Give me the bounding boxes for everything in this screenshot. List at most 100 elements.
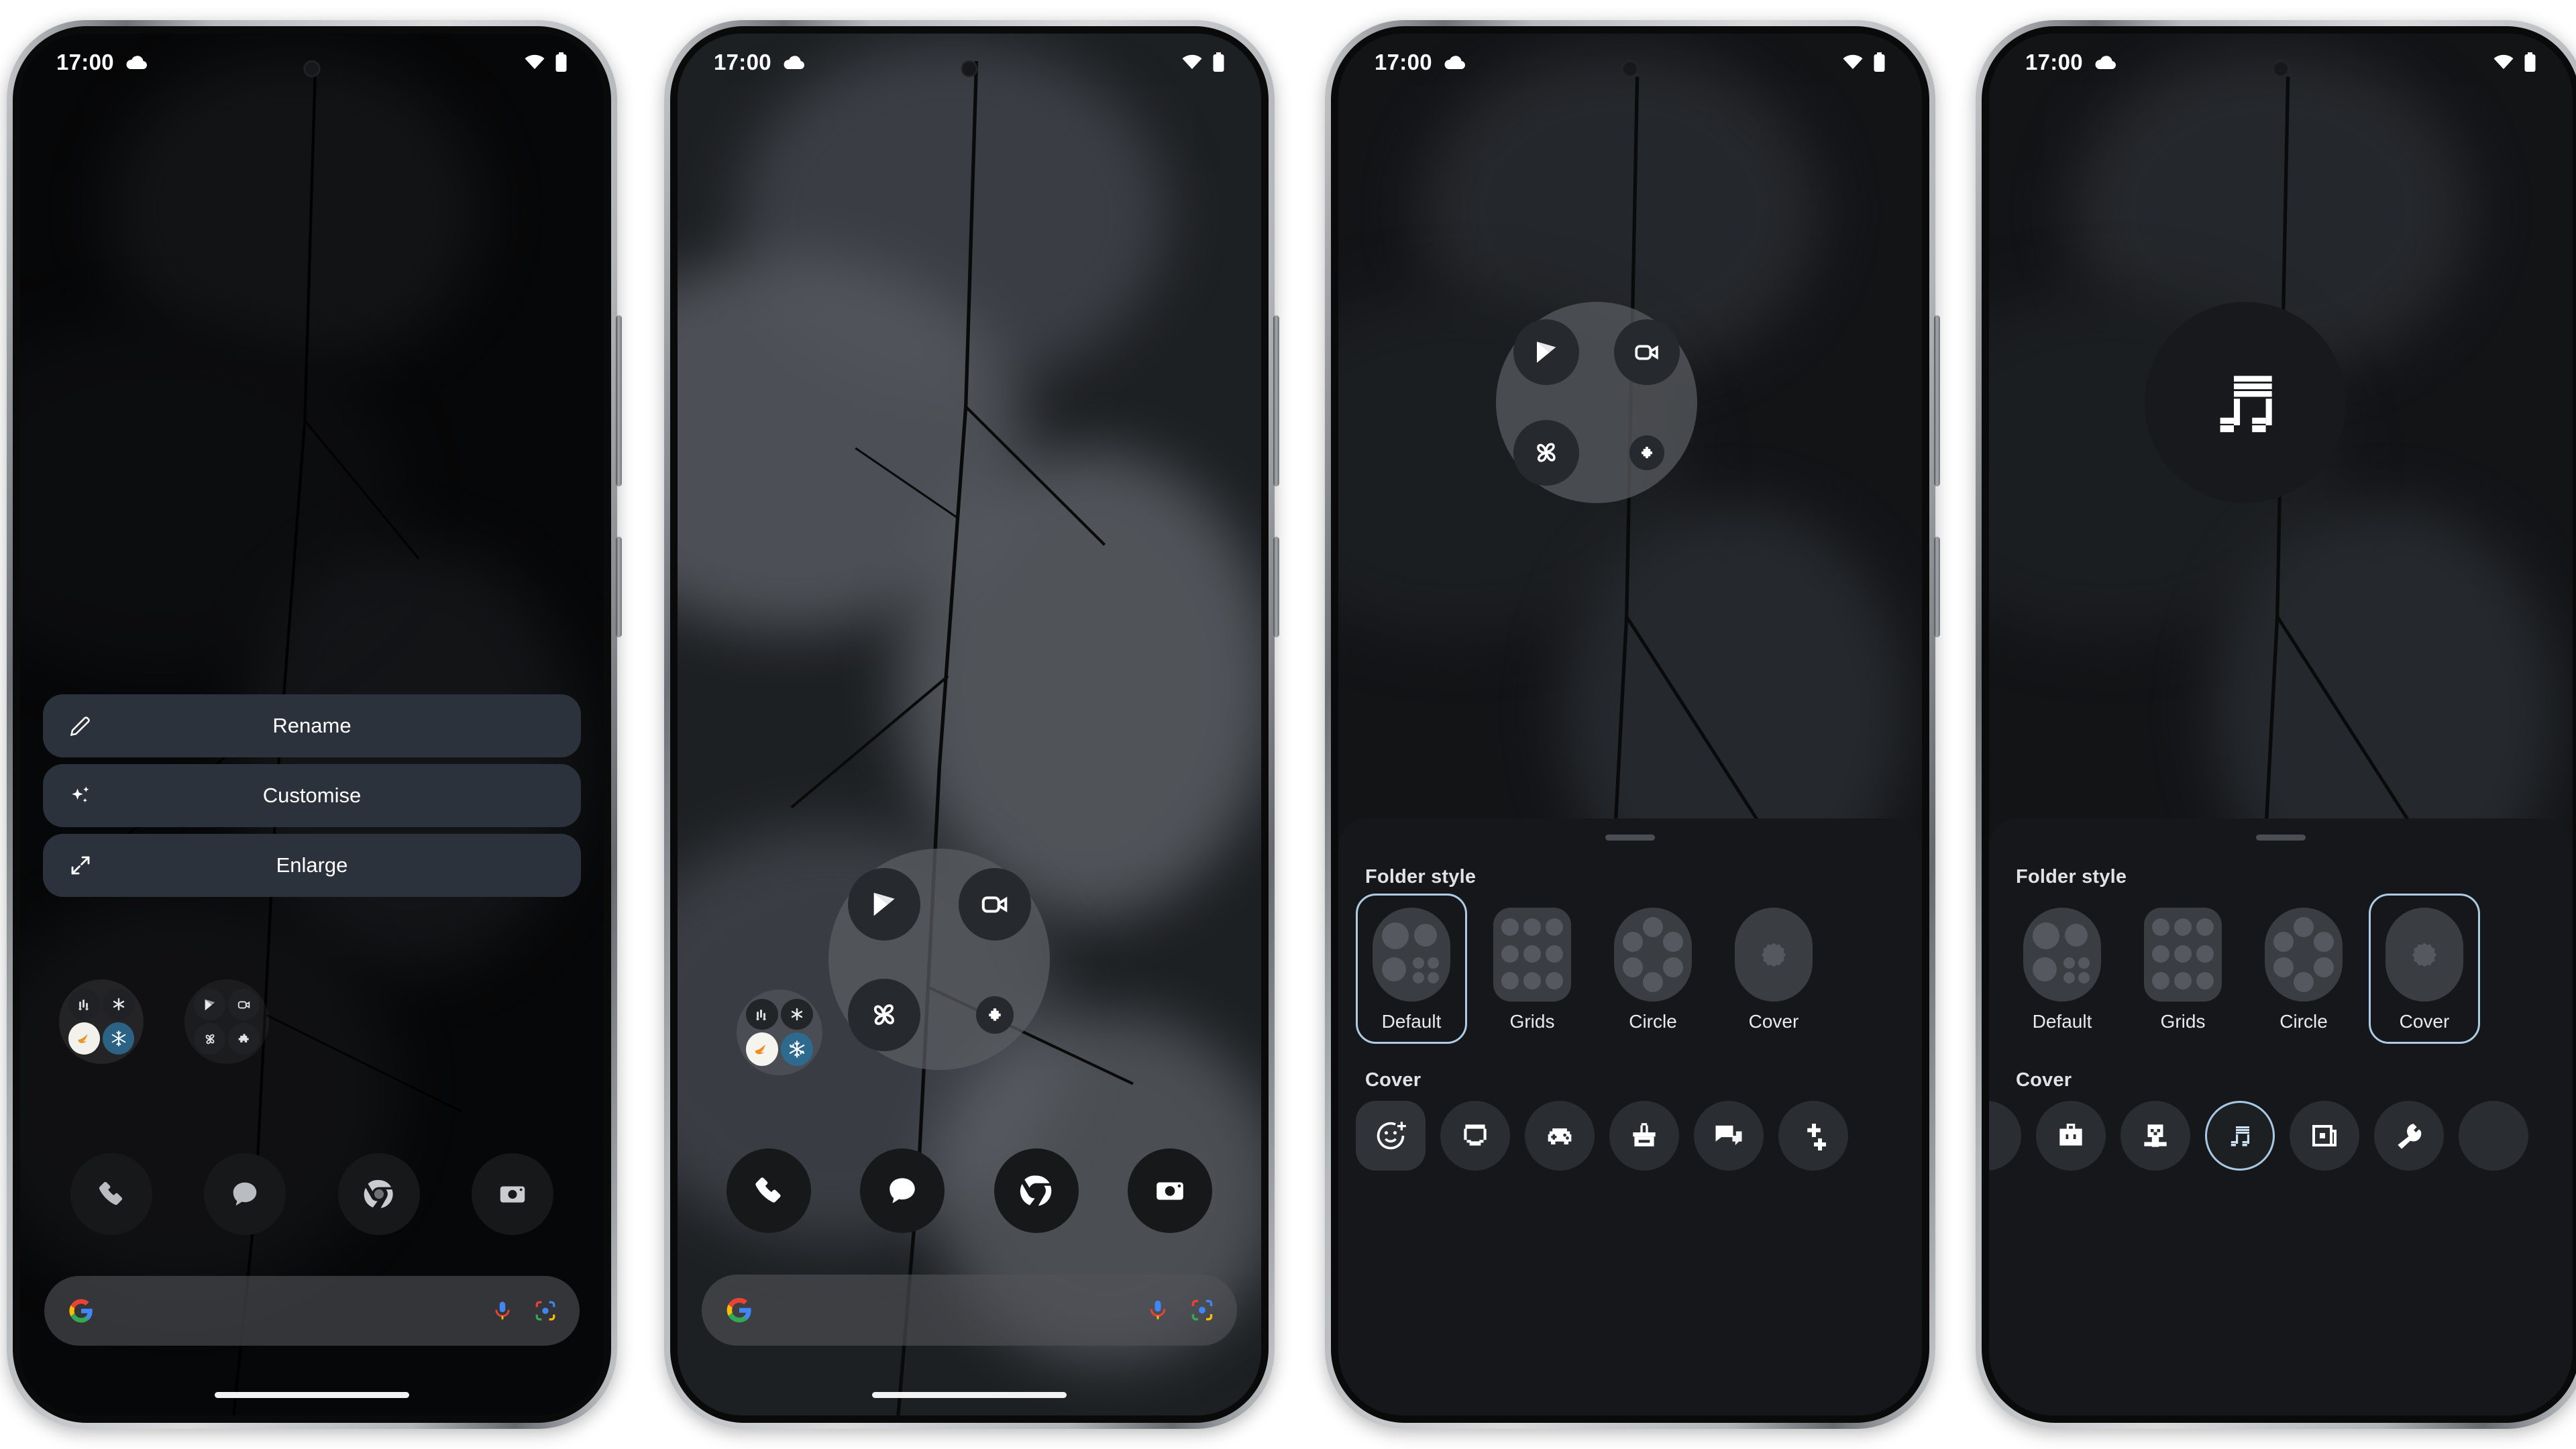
context-menu-item-customise[interactable]: Customise <box>43 764 581 827</box>
cover-icon-shopping-basket[interactable] <box>1609 1101 1679 1171</box>
cover-icon-list[interactable] <box>1989 1091 2573 1171</box>
folder-style-label: Circle <box>1629 1011 1677 1032</box>
folder-style-option-cover[interactable]: Cover <box>2369 894 2480 1044</box>
battery-icon <box>2524 52 2536 72</box>
google-search-bar[interactable] <box>702 1275 1237 1346</box>
folder-tile-closed[interactable] <box>737 989 822 1075</box>
dock-app-messages[interactable] <box>204 1153 286 1235</box>
folder-style-label: Grids <box>1509 1011 1555 1032</box>
folder-app-play-store[interactable] <box>847 867 920 941</box>
context-menu-label: Enlarge <box>276 853 348 877</box>
cover-heading: Cover <box>2016 1069 2072 1091</box>
folder-style-option-circle[interactable]: Circle <box>2248 894 2359 1044</box>
dock-app-chrome[interactable] <box>337 1153 420 1235</box>
cover-icon-film-reel[interactable] <box>2121 1101 2190 1171</box>
folder-style-bottom-sheet: Folder style Default Grids Circle Cover … <box>1989 818 2573 1415</box>
cover-icon-music-note[interactable] <box>2205 1101 2275 1171</box>
folder-app-photos[interactable] <box>1513 420 1579 486</box>
battery-icon <box>1212 52 1225 72</box>
cloud-icon <box>782 55 805 70</box>
wifi-icon <box>1181 54 1203 70</box>
cover-icon-sparkle-pixel[interactable] <box>1778 1101 1848 1171</box>
folder-tile-closed[interactable] <box>59 979 144 1064</box>
cover-icon-partial-right[interactable] <box>2459 1101 2528 1171</box>
phone-2-screen: 17:00 <box>678 34 1261 1415</box>
google-lens-icon[interactable] <box>534 1299 557 1322</box>
cover-icon-briefcase[interactable] <box>2036 1101 2106 1171</box>
folder-app-meet[interactable] <box>958 867 1031 941</box>
dock-app-phone[interactable] <box>70 1153 152 1235</box>
gesture-navigation-bar[interactable] <box>215 1392 409 1398</box>
gesture-navigation-bar[interactable] <box>872 1392 1067 1398</box>
home-screen: Rename Customise Enlarge <box>20 34 604 1415</box>
dock-app-messages[interactable] <box>860 1148 945 1233</box>
wifi-icon <box>2493 54 2514 70</box>
folder-app-photos[interactable] <box>847 978 920 1051</box>
snowflake-small-icon <box>781 999 813 1030</box>
google-lens-icon[interactable] <box>1190 1298 1214 1322</box>
cover-icon-wrench[interactable] <box>2374 1101 2444 1171</box>
status-bar-time: 17:00 <box>56 50 114 74</box>
context-menu-item-enlarge[interactable]: Enlarge <box>43 834 581 897</box>
cover-heading: Cover <box>1365 1069 1421 1091</box>
phone-4-folder-style-cover: 17:00 Folder style Default Grids Circle … <box>1976 20 2576 1429</box>
dock-app-camera[interactable] <box>1128 1148 1213 1233</box>
power-button[interactable] <box>1934 537 1940 637</box>
google-g-icon <box>67 1297 95 1325</box>
dock-app-chrome[interactable] <box>994 1148 1079 1233</box>
cover-icon-emoji-add[interactable] <box>1356 1101 1426 1171</box>
snowflake-icon <box>781 1032 813 1066</box>
context-menu-label: Customise <box>262 784 362 807</box>
dock-app-camera[interactable] <box>472 1153 554 1235</box>
cover-folder-icon[interactable] <box>2145 302 2346 503</box>
microphone-icon[interactable] <box>1146 1298 1170 1322</box>
sparkle-icon <box>68 784 93 808</box>
folder-style-label: Cover <box>1748 1011 1799 1032</box>
folder-style-label: Default <box>2032 1011 2092 1032</box>
power-button[interactable] <box>1273 537 1279 637</box>
power-button[interactable] <box>616 537 622 637</box>
folder-tile-apps[interactable] <box>184 979 269 1064</box>
folder-app-extension[interactable] <box>1629 435 1664 470</box>
dock-app-phone[interactable] <box>726 1148 811 1233</box>
folder-style-option-cover[interactable]: Cover <box>1718 894 1829 1044</box>
status-bar-time: 17:00 <box>2025 50 2083 74</box>
folder-style-bottom-sheet: Folder style Default Grids Circle Cover … <box>1338 818 1922 1415</box>
microphone-icon[interactable] <box>491 1299 514 1322</box>
folder-app-meet[interactable] <box>1614 319 1680 385</box>
snowflake-small-icon <box>103 989 134 1020</box>
cover-icon-game-controller[interactable] <box>1525 1101 1595 1171</box>
folder-style-label: Grids <box>2160 1011 2206 1032</box>
sheet-drag-handle[interactable] <box>1605 835 1655 841</box>
folder-style-option-grids[interactable]: Grids <box>1477 894 1588 1044</box>
cover-icon-chat-bubbles[interactable] <box>1694 1101 1764 1171</box>
battery-icon <box>1873 52 1886 72</box>
expand-arrows-icon <box>68 853 93 877</box>
cover-icon-photo-frame[interactable] <box>2290 1101 2359 1171</box>
sheet-drag-handle[interactable] <box>2256 835 2306 841</box>
volume-button[interactable] <box>616 315 622 486</box>
folder-app-extension[interactable] <box>975 996 1014 1034</box>
music-note-pixel-icon <box>2220 376 2272 433</box>
front-camera-punch-hole <box>1621 60 1639 77</box>
volume-button[interactable] <box>1934 315 1940 486</box>
cover-icon-list[interactable] <box>1356 1091 1922 1171</box>
folder-style-option-default[interactable]: Default <box>2006 894 2118 1044</box>
puzzle-extension-icon <box>228 1023 260 1055</box>
wifi-icon <box>1842 54 1864 70</box>
folder-style-option-grids[interactable]: Grids <box>2127 894 2239 1044</box>
front-camera-punch-hole <box>303 60 321 77</box>
context-menu-item-rename[interactable]: Rename <box>43 694 581 757</box>
play-store-icon <box>194 989 225 1020</box>
folder-style-option-circle[interactable]: Circle <box>1597 894 1709 1044</box>
folder-style-heading: Folder style <box>1365 866 1477 888</box>
grids-preview <box>2144 908 2222 1002</box>
cover-icon-partial-left[interactable] <box>1989 1101 2021 1171</box>
phone-2-folder-open: 17:00 <box>664 20 1279 1429</box>
cover-icon-smiley-face[interactable] <box>1440 1101 1510 1171</box>
folder-app-play-store[interactable] <box>1513 319 1579 385</box>
folder-style-option-default[interactable]: Default <box>1356 894 1467 1044</box>
google-search-bar[interactable] <box>44 1276 580 1346</box>
folder-style-heading: Folder style <box>2016 866 2127 888</box>
volume-button[interactable] <box>1273 315 1279 486</box>
